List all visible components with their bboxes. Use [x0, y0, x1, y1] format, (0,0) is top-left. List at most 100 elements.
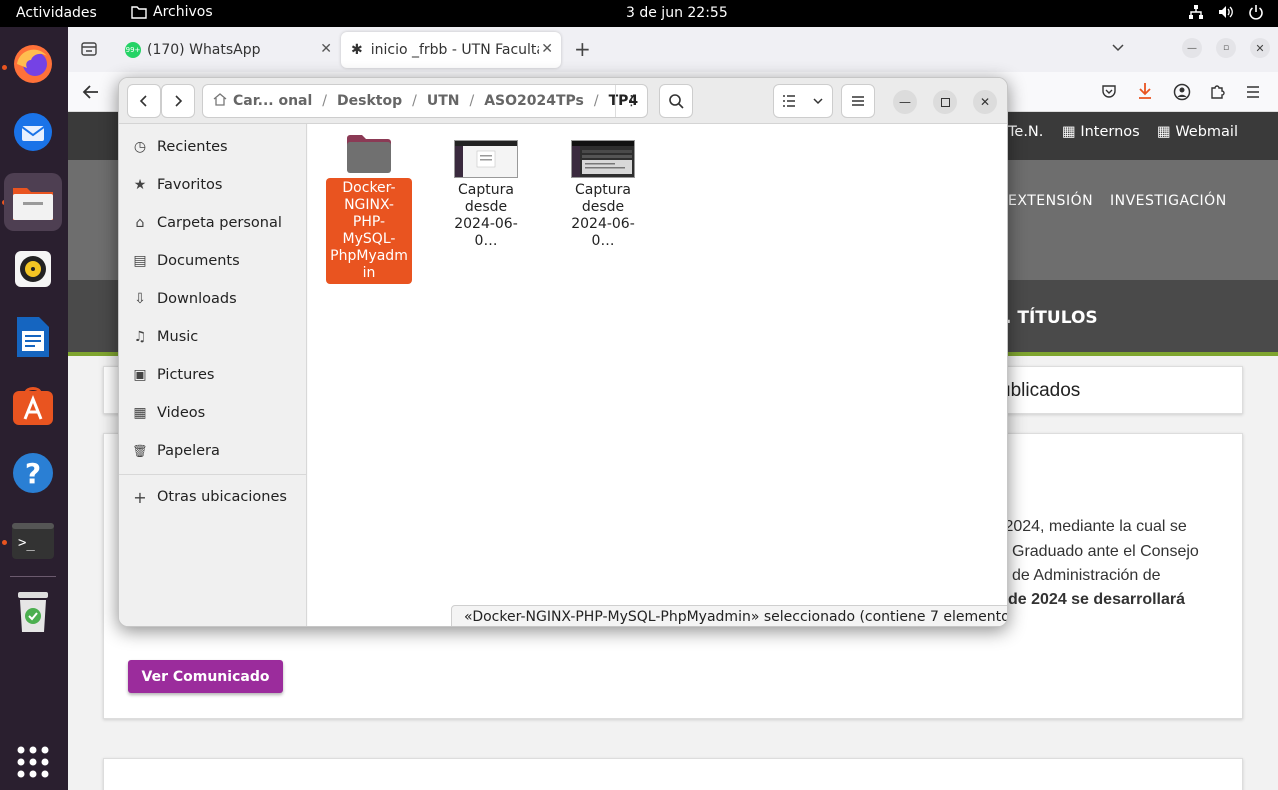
maximize-icon[interactable]: ▫	[1216, 38, 1236, 58]
path-segment-desktop[interactable]: Desktop	[337, 93, 402, 109]
news-line-1: /2024, mediante la cual se	[1000, 518, 1187, 535]
site-favicon-icon: ✱	[351, 42, 363, 58]
folder-icon	[346, 134, 392, 174]
label-line: 2024-06-0…	[454, 216, 518, 249]
sidebar-item-label: Downloads	[157, 291, 237, 307]
path-segment-utn[interactable]: UTN	[427, 93, 460, 109]
nav-webmail-label: Webmail	[1175, 124, 1238, 140]
sidebar-item-carpeta-personal[interactable]: ⌂ Carpeta personal	[131, 206, 301, 240]
activities-button[interactable]: Actividades	[16, 5, 97, 21]
dock-separator	[10, 576, 56, 577]
new-tab-icon[interactable]: +	[574, 37, 591, 61]
document-icon: ▤	[133, 253, 147, 269]
trash-icon[interactable]	[10, 589, 56, 635]
download-icon: ⇩	[134, 291, 146, 307]
label-line: desde	[464, 199, 508, 215]
path-separator: /	[322, 93, 328, 109]
forward-button[interactable]	[161, 84, 195, 118]
svg-text:?: ?	[25, 457, 41, 490]
network-icon	[1188, 4, 1204, 20]
list-tabs-icon[interactable]	[1111, 39, 1125, 58]
files-window: Car... onal / Desktop / UTN / ASO2024TPs…	[118, 77, 1008, 627]
firefox-icon[interactable]	[10, 41, 56, 87]
show-apps-icon[interactable]	[10, 739, 56, 785]
extensions-icon[interactable]	[1209, 83, 1225, 103]
tab-utn[interactable]: ✱ inicio _frbb - UTN Faculta ✕	[341, 32, 561, 68]
file-item-folder[interactable]: Docker- NGINX- PHP- MySQL- PhpMyadm in	[326, 134, 412, 284]
file-label: Docker- NGINX- PHP- MySQL- PhpMyadm in	[326, 178, 412, 284]
files-header-bar: Car... onal / Desktop / UTN / ASO2024TPs…	[119, 78, 1007, 124]
path-segment-aso2024tps[interactable]: ASO2024TPs	[484, 93, 584, 109]
file-item-screenshot-1[interactable]: Captura desde 2024-06-0…	[443, 140, 529, 250]
sidebar-item-label: Pictures	[157, 367, 215, 383]
back-icon[interactable]	[82, 83, 100, 105]
sidebar-item-pictures[interactable]: ▣ Pictures	[131, 358, 301, 392]
nav-internos[interactable]: ▦ Internos	[1062, 124, 1140, 140]
star-icon: ★	[133, 177, 147, 193]
menu-investigacion[interactable]: INVESTIGACIÓN	[1110, 193, 1227, 209]
sidebar-item-otras-ubicaciones[interactable]: + Otras ubicaciones	[131, 480, 301, 514]
account-icon[interactable]	[1173, 83, 1191, 105]
nav-ten[interactable]: Te.N.	[1008, 124, 1043, 140]
app-center-icon[interactable]	[10, 382, 56, 428]
files-sidebar: ◷ Recientes ★ Favoritos ⌂ Carpeta personal …	[119, 124, 307, 626]
label-line: PHP-	[352, 214, 386, 230]
ver-comunicado-button[interactable]: Ver Comunicado	[128, 660, 283, 693]
close-icon[interactable]: ✕	[541, 41, 553, 57]
sidebar-item-recientes[interactable]: ◷ Recientes	[131, 130, 301, 164]
sidebar-item-papelera[interactable]: 🗑 Papelera	[131, 434, 301, 468]
terminal-icon[interactable]: >_	[10, 518, 56, 564]
path-menu-icon[interactable]: ⋮	[615, 85, 647, 117]
tab-whatsapp[interactable]: 99+ (170) WhatsApp ✕	[115, 32, 340, 68]
back-button[interactable]	[127, 84, 161, 118]
pocket-icon[interactable]	[1101, 83, 1117, 103]
thunderbird-icon[interactable]	[10, 109, 56, 155]
trash-icon: 🗑	[132, 444, 148, 458]
plus-icon: +	[133, 487, 147, 507]
news-line-4: de 2024 se desarrollará	[1008, 591, 1186, 608]
path-bar[interactable]: Car... onal / Desktop / UTN / ASO2024TPs…	[202, 84, 648, 118]
help-icon[interactable]: ?	[10, 450, 56, 496]
menu-icon[interactable]	[1246, 84, 1260, 103]
sidebar-item-label: Videos	[157, 405, 206, 421]
sidebar-item-videos[interactable]: ▦ Videos	[131, 396, 301, 430]
system-tray[interactable]	[1188, 4, 1264, 20]
menu-extension[interactable]: EXTENSIÓN	[1008, 193, 1093, 209]
file-item-screenshot-2[interactable]: Captura desde 2024-06-0…	[560, 140, 646, 250]
selection-status-bar: «Docker-NGINX-PHP-MySQL-PhpMyadmin» sele…	[451, 605, 1007, 626]
view-toggle-button[interactable]	[773, 84, 833, 118]
sidebar-item-label: Music	[157, 329, 199, 345]
nav-webmail[interactable]: ▦ Webmail	[1157, 124, 1238, 140]
libreoffice-writer-icon[interactable]	[10, 314, 56, 360]
rhythmbox-icon[interactable]	[10, 246, 56, 292]
clock[interactable]: 3 de jun 22:55	[626, 5, 728, 21]
main-menu-button[interactable]	[841, 84, 875, 118]
image-thumbnail	[571, 140, 635, 178]
label-line: 2024-06-0…	[571, 216, 635, 249]
sidebar-item-label: Otras ubicaciones	[157, 489, 287, 505]
label-line: in	[362, 265, 376, 281]
minimize-button[interactable]: —	[893, 90, 917, 114]
sidebar-item-music[interactable]: ♫ Music	[131, 320, 301, 354]
close-window-icon[interactable]: ✕	[1250, 38, 1270, 58]
app-menu[interactable]: Archivos	[131, 4, 213, 20]
list-view-icon	[783, 95, 795, 107]
maximize-button[interactable]	[933, 90, 957, 114]
sidebar-item-documents[interactable]: ▤ Documents	[131, 244, 301, 278]
minimize-icon[interactable]: —	[1182, 38, 1202, 58]
close-button[interactable]: ✕	[973, 90, 997, 114]
download-icon[interactable]	[1137, 82, 1153, 104]
home-icon: ⌂	[135, 215, 145, 231]
close-icon[interactable]: ✕	[320, 41, 332, 57]
path-segment-home[interactable]: Car... onal	[233, 93, 312, 109]
firefox-view-icon[interactable]	[80, 40, 98, 62]
sidebar-item-favoritos[interactable]: ★ Favoritos	[131, 168, 301, 202]
file-label: Captura desde 2024-06-0…	[560, 182, 646, 250]
news-line-2: Graduado ante el Consejo	[1012, 543, 1199, 560]
card-title: ublicados	[1000, 380, 1081, 401]
chevron-down-icon	[813, 98, 823, 105]
sidebar-item-downloads[interactable]: ⇩ Downloads	[131, 282, 301, 316]
search-button[interactable]	[659, 84, 693, 118]
files-icon[interactable]	[4, 173, 62, 231]
power-icon	[1248, 4, 1264, 20]
